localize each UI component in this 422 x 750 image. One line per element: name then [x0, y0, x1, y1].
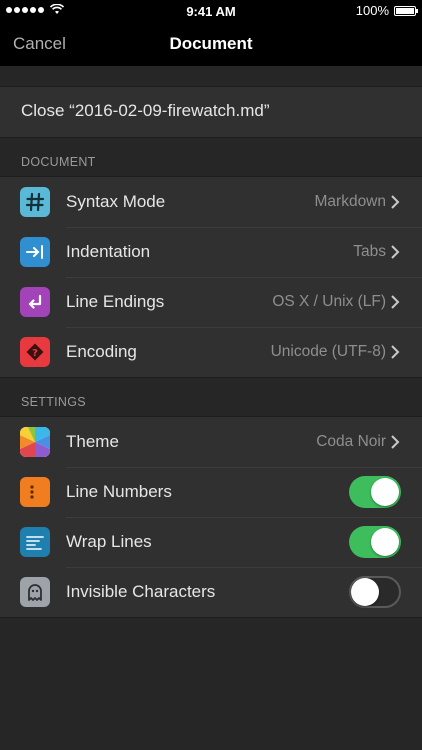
theme-label: Theme [66, 432, 119, 451]
indentation-row[interactable]: Indentation Tabs [0, 227, 422, 277]
invisible-characters-label: Invisible Characters [66, 582, 216, 601]
close-document-label: Close “2016-02-09-firewatch.md” [21, 101, 270, 120]
tab-indent-icon [20, 237, 50, 267]
syntax-mode-label: Syntax Mode [66, 192, 166, 211]
chevron-right-icon [391, 435, 400, 449]
color-wheel-icon [20, 427, 50, 457]
invisible-characters-toggle[interactable] [349, 576, 401, 608]
wrap-lines-icon [20, 527, 50, 557]
battery-percentage: 100% [355, 3, 389, 18]
wrap-lines-toggle[interactable] [349, 526, 401, 558]
settings-group: Theme Coda Noir Line Numbers Wrap Lines … [0, 416, 422, 618]
toggle-knob [371, 478, 399, 506]
encoding-icon: ? [20, 337, 50, 367]
indentation-value: Tabs [353, 243, 386, 260]
indentation-label: Indentation [66, 242, 151, 261]
invisible-characters-row: Invisible Characters [0, 567, 422, 617]
wrap-lines-row: Wrap Lines [0, 517, 422, 567]
section-header-document: DOCUMENT [21, 155, 96, 169]
chevron-right-icon [391, 295, 400, 309]
encoding-value: Unicode (UTF-8) [270, 343, 386, 360]
battery-icon [394, 5, 418, 16]
line-endings-row[interactable]: Line Endings OS X / Unix (LF) [0, 277, 422, 327]
document-settings-group: Syntax Mode Markdown Indentation Tabs Li… [0, 176, 422, 378]
status-right: 100% [355, 3, 418, 18]
encoding-label: Encoding [66, 342, 137, 361]
return-arrow-icon [20, 287, 50, 317]
navigation-bar: Cancel Document [0, 22, 422, 66]
section-header-settings: SETTINGS [21, 395, 86, 409]
encoding-row[interactable]: ? Encoding Unicode (UTF-8) [0, 327, 422, 377]
hash-icon [20, 187, 50, 217]
svg-text:?: ? [32, 348, 38, 359]
line-numbers-icon [20, 477, 50, 507]
syntax-mode-value: Markdown [314, 193, 387, 210]
theme-row[interactable]: Theme Coda Noir [0, 417, 422, 467]
wrap-lines-label: Wrap Lines [66, 532, 152, 551]
line-endings-label: Line Endings [66, 292, 165, 311]
ghost-icon [20, 577, 50, 607]
chevron-right-icon [391, 195, 400, 209]
line-numbers-toggle[interactable] [349, 476, 401, 508]
theme-value: Coda Noir [316, 433, 386, 450]
chevron-right-icon [391, 245, 400, 259]
close-document-button[interactable]: Close “2016-02-09-firewatch.md” [0, 86, 422, 138]
line-endings-value: OS X / Unix (LF) [272, 293, 386, 310]
page-title: Document [169, 34, 253, 53]
toggle-knob [351, 578, 379, 606]
status-bar: 9:41 AM 100% [0, 0, 422, 22]
line-numbers-row: Line Numbers [0, 467, 422, 517]
chevron-right-icon [391, 345, 400, 359]
syntax-mode-row[interactable]: Syntax Mode Markdown [0, 177, 422, 227]
line-numbers-label: Line Numbers [66, 482, 172, 501]
toggle-knob [371, 528, 399, 556]
